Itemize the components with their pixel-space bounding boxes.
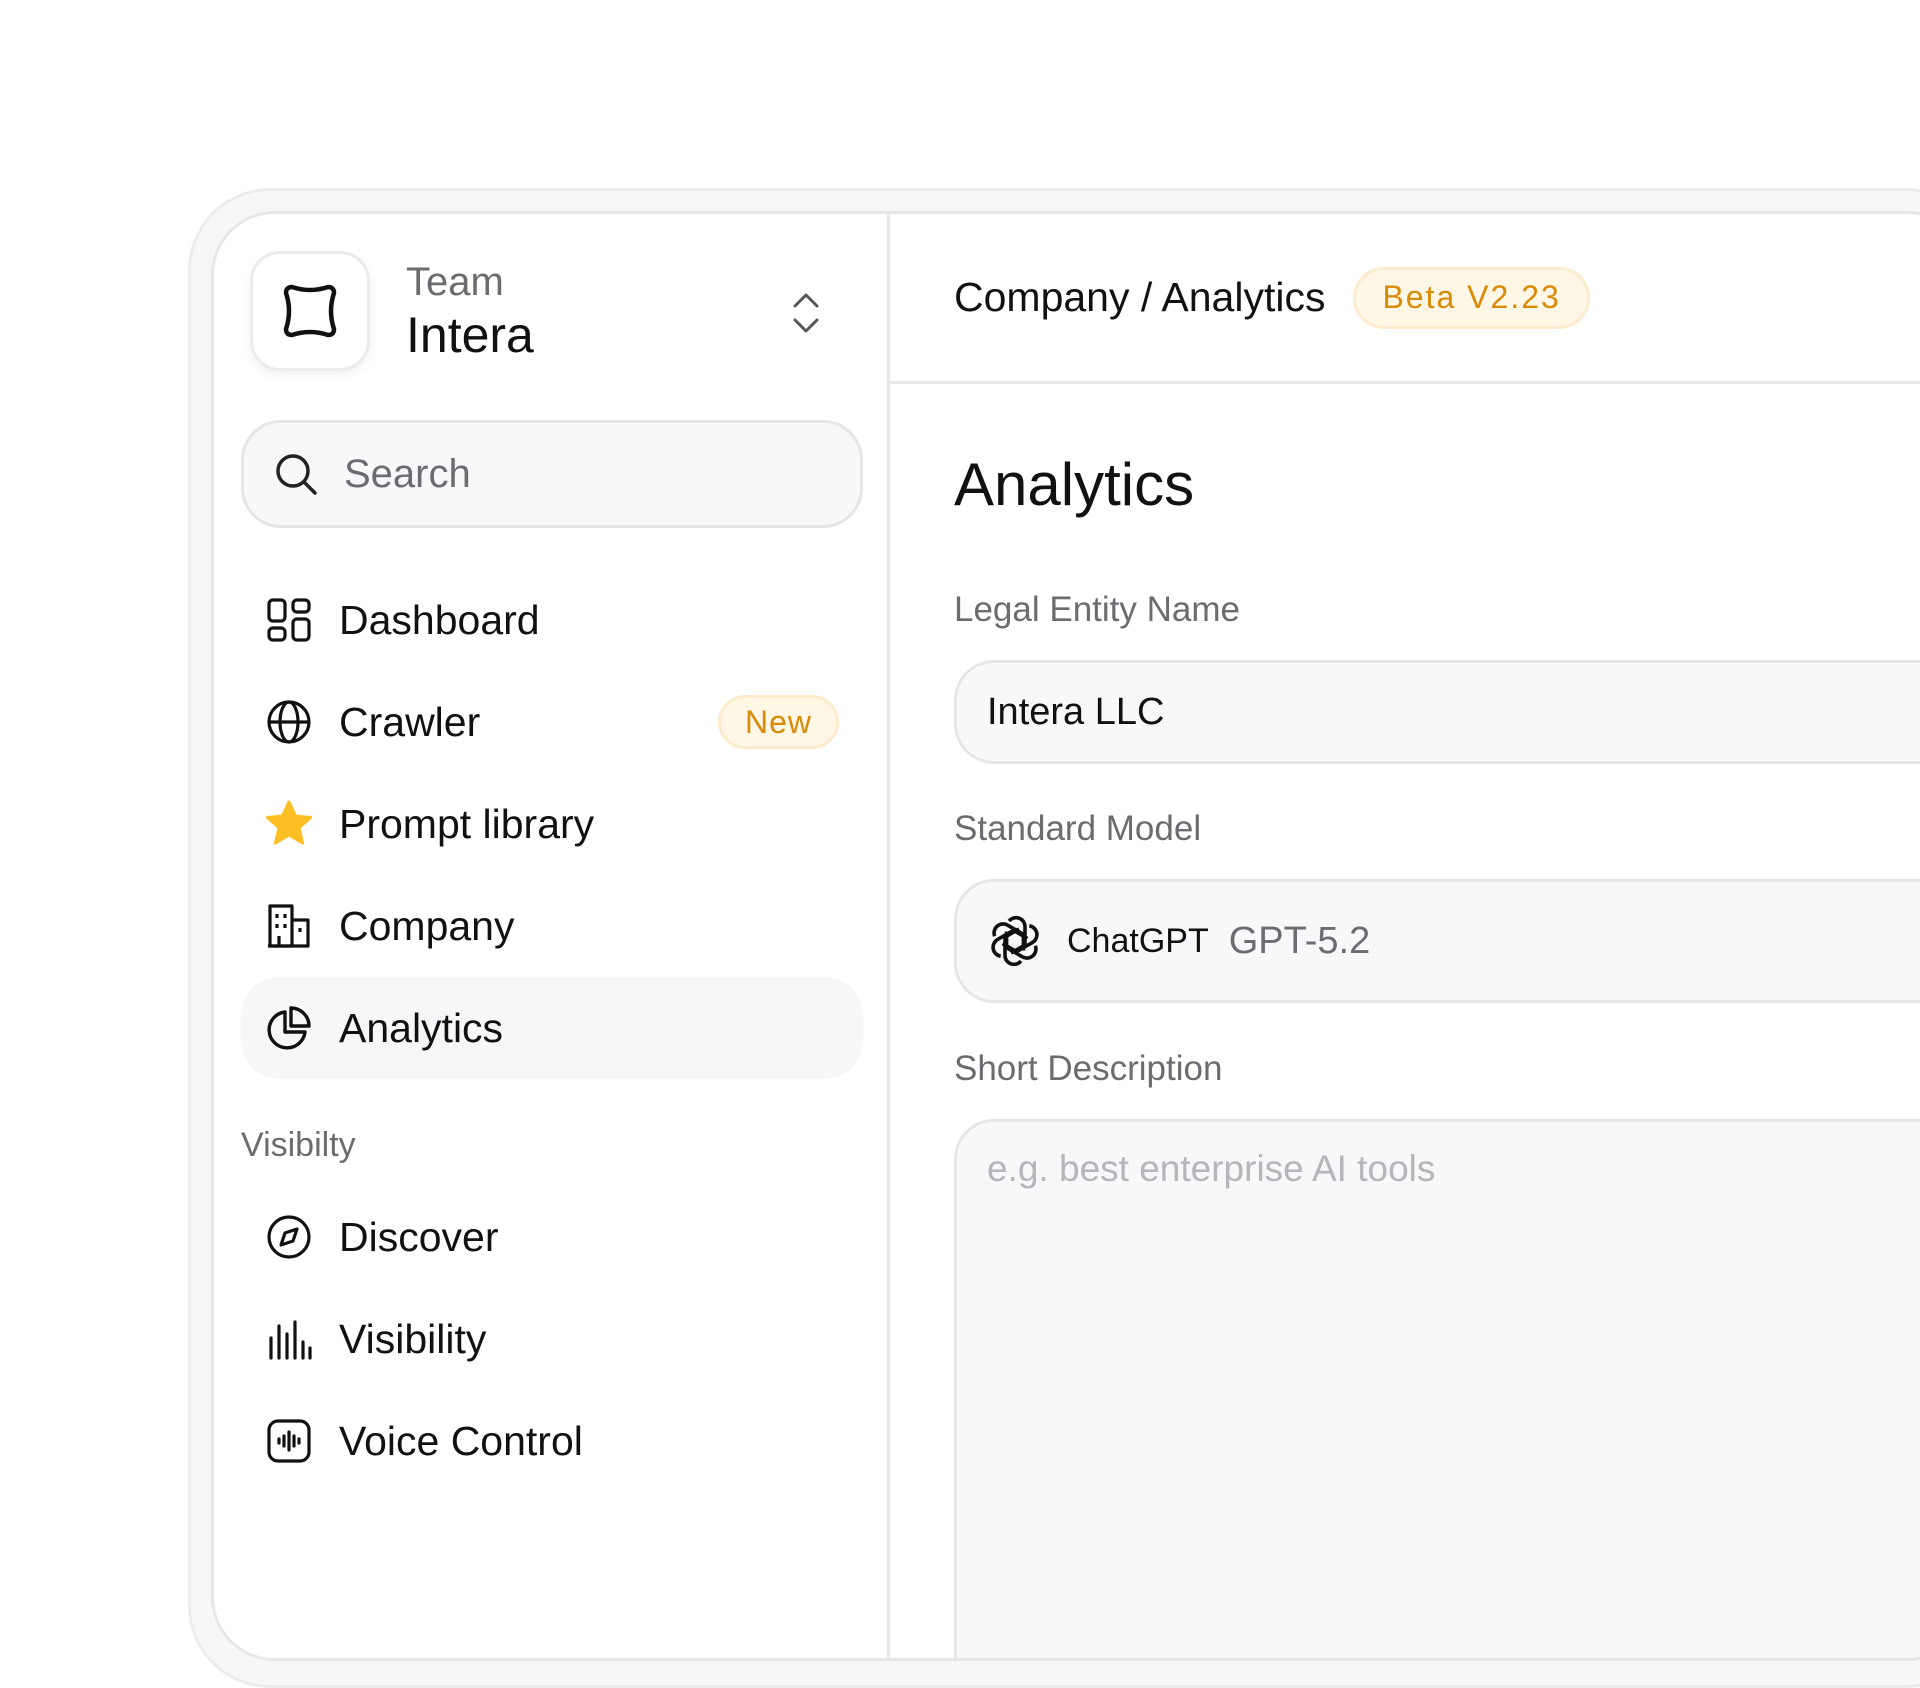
sidebar: Team Intera Search Dashboard Crawler New… bbox=[214, 214, 890, 1658]
version-badge: Beta V2.23 bbox=[1353, 266, 1590, 329]
search-icon bbox=[276, 454, 317, 495]
star-icon bbox=[263, 798, 315, 850]
team-switcher[interactable]: Team Intera bbox=[250, 250, 870, 372]
grid-icon bbox=[263, 594, 315, 646]
nav-item-company[interactable]: Company bbox=[241, 875, 863, 977]
main-content: Company / Analytics Beta V2.23 Analytics… bbox=[890, 214, 1920, 1658]
building-icon bbox=[263, 900, 315, 952]
legal-entity-field[interactable] bbox=[954, 660, 1920, 764]
waveform-icon bbox=[263, 1415, 315, 1467]
nav-item-discover[interactable]: Discover bbox=[241, 1186, 863, 1288]
team-name: Intera bbox=[406, 306, 534, 363]
top-bar: Company / Analytics Beta V2.23 bbox=[890, 214, 1920, 384]
breadcrumb: Company / Analytics bbox=[954, 274, 1326, 320]
standard-model-label: Standard Model bbox=[954, 809, 1202, 848]
compass-icon bbox=[263, 1211, 315, 1263]
visibility-nav: Discover Visibility Voice Control bbox=[241, 1186, 863, 1492]
standard-model-select[interactable]: ChatGPT GPT-5.2 bbox=[954, 879, 1920, 1003]
short-description-label: Short Description bbox=[954, 1049, 1223, 1088]
nav-label-voice-control: Voice Control bbox=[339, 1417, 583, 1464]
nav-item-analytics[interactable]: Analytics bbox=[241, 977, 863, 1079]
intera-logo-icon bbox=[283, 284, 337, 338]
model-version: GPT-5.2 bbox=[1228, 919, 1371, 962]
nav-item-visibility[interactable]: Visibility bbox=[241, 1288, 863, 1390]
short-description-textarea[interactable] bbox=[985, 1146, 1885, 1446]
bar-lines-icon bbox=[263, 1313, 315, 1365]
app-window: Team Intera Search Dashboard Crawler New… bbox=[211, 211, 1920, 1661]
nav-item-dashboard[interactable]: Dashboard bbox=[241, 569, 863, 671]
openai-logo-icon bbox=[991, 915, 1039, 967]
nav-item-prompt-library[interactable]: Prompt library bbox=[241, 773, 863, 875]
chevron-up-down-icon bbox=[793, 293, 819, 333]
legal-entity-label: Legal Entity Name bbox=[954, 590, 1240, 629]
globe-icon bbox=[263, 696, 315, 748]
nav-label-prompt-library: Prompt library bbox=[339, 800, 595, 847]
team-label: Team bbox=[406, 259, 504, 304]
search-input[interactable] bbox=[342, 450, 822, 498]
new-badge: New bbox=[717, 695, 839, 749]
search-box[interactable] bbox=[241, 420, 863, 528]
nav-label-discover: Discover bbox=[339, 1213, 499, 1260]
short-description-field[interactable] bbox=[954, 1119, 1920, 1658]
pie-chart-icon bbox=[263, 1002, 315, 1054]
nav-label-analytics: Analytics bbox=[339, 1004, 504, 1051]
nav-label-visibility: Visibility bbox=[339, 1315, 487, 1362]
nav-label-company: Company bbox=[339, 902, 515, 949]
section-label-visibility: Visibilty bbox=[241, 1126, 356, 1164]
primary-nav: Dashboard Crawler New Prompt library Com… bbox=[241, 569, 863, 1079]
nav-item-voice-control[interactable]: Voice Control bbox=[241, 1390, 863, 1492]
page-title: Analytics bbox=[954, 451, 1195, 518]
nav-label-crawler: Crawler bbox=[339, 698, 481, 745]
legal-entity-input[interactable] bbox=[985, 663, 1785, 761]
nav-label-dashboard: Dashboard bbox=[339, 596, 540, 643]
team-logo bbox=[250, 251, 370, 371]
nav-item-crawler[interactable]: Crawler New bbox=[241, 671, 863, 773]
model-provider: ChatGPT bbox=[1067, 921, 1209, 960]
